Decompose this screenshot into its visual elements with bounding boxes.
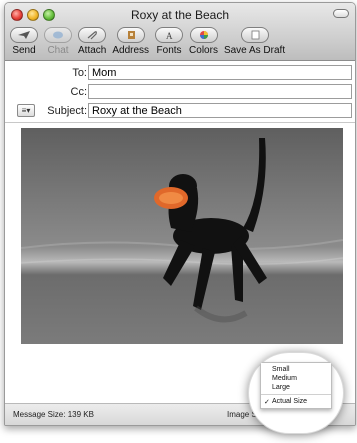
fonts-icon: A [155, 27, 184, 43]
zoom-callout: Small Medium Large ✓ Actual Size [248, 352, 344, 434]
subject-row: ≡▾ Subject: Roxy at the Beach [5, 103, 355, 119]
menu-separator [261, 394, 331, 395]
menu-item-small[interactable]: Small [261, 365, 331, 374]
chat-label: Chat [47, 45, 69, 56]
draft-icon [240, 27, 269, 43]
chat-button[interactable]: Chat [41, 27, 75, 59]
paperclip-icon [78, 27, 107, 43]
save-as-draft-label: Save As Draft [223, 45, 286, 56]
window-title: Roxy at the Beach [130, 8, 230, 22]
toolbar-toggle-button[interactable] [333, 9, 349, 18]
cc-row: Cc: [5, 84, 355, 100]
cc-field[interactable] [88, 84, 352, 99]
color-wheel-icon [189, 27, 218, 43]
checkmark-icon: ✓ [264, 399, 270, 406]
address-label: Address [112, 45, 150, 56]
message-size-text: Message Size: 139 KB [13, 410, 94, 419]
dog-photo [21, 128, 343, 344]
menu-item-large[interactable]: Large [261, 383, 331, 392]
colors-label: Colors [189, 45, 218, 56]
to-field[interactable]: Mom [88, 65, 352, 80]
address-book-icon [116, 27, 145, 43]
menu-item-actual-size-label: Actual Size [272, 398, 308, 405]
menu-item-medium[interactable]: Medium [261, 374, 331, 383]
toolbar: Send Chat Attach Address A Fonts Colors … [7, 27, 288, 59]
colors-button[interactable]: Colors [186, 27, 221, 59]
to-row: To: Mom [5, 65, 355, 81]
address-button[interactable]: Address [109, 27, 152, 59]
fonts-button[interactable]: A Fonts [152, 27, 186, 59]
message-headers: To: Mom Cc: ≡▾ Subject: Roxy at the Beac… [5, 61, 355, 123]
title-bar: Roxy at the Beach Send Chat Attach Addre… [5, 3, 355, 61]
list-icon: ≡▾ [21, 106, 31, 115]
image-size-menu: Small Medium Large ✓ Actual Size [260, 362, 332, 409]
chat-icon [44, 27, 72, 43]
attach-label: Attach [78, 45, 107, 56]
menu-item-actual-size[interactable]: ✓ Actual Size [261, 397, 331, 406]
subject-field[interactable]: Roxy at the Beach [88, 103, 352, 118]
cc-label: Cc: [70, 86, 88, 98]
send-button[interactable]: Send [7, 27, 41, 59]
header-options-button[interactable]: ≡▾ [17, 104, 35, 117]
svg-text:A: A [166, 31, 173, 40]
send-icon [10, 27, 38, 43]
subject-label: Subject: [47, 105, 87, 117]
attach-button[interactable]: Attach [75, 27, 109, 59]
dog-on-beach-image [21, 128, 343, 344]
to-label: To: [72, 67, 87, 79]
save-as-draft-button[interactable]: Save As Draft [221, 27, 288, 59]
fonts-label: Fonts [156, 45, 182, 56]
send-label: Send [12, 45, 36, 56]
